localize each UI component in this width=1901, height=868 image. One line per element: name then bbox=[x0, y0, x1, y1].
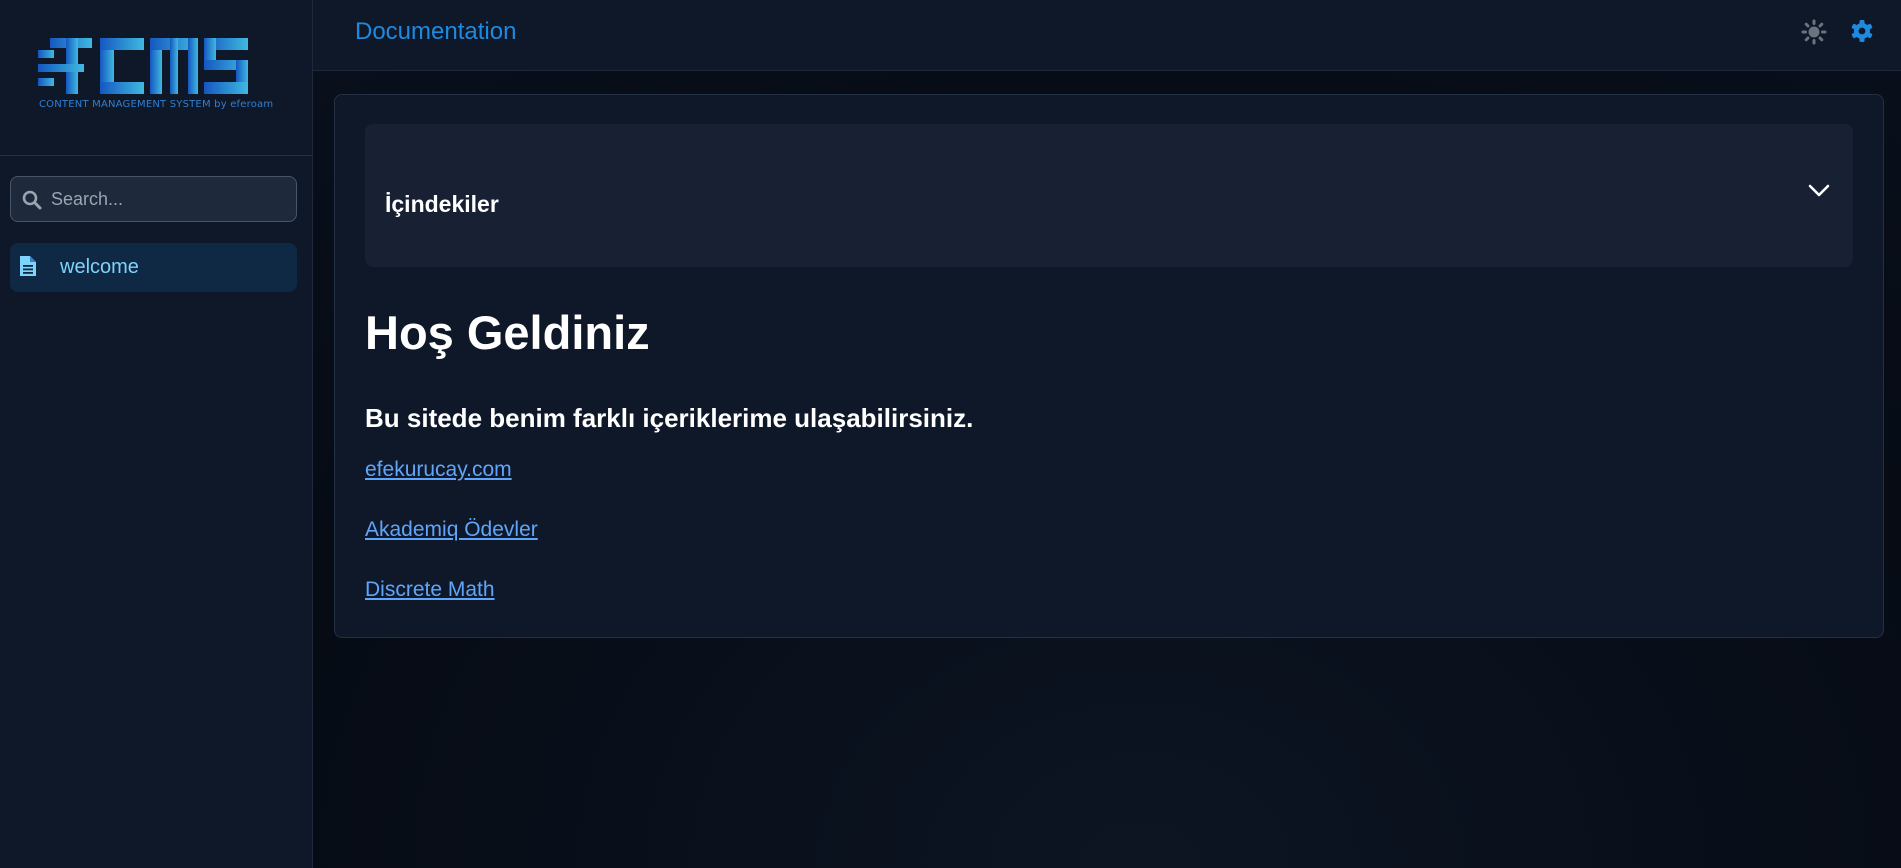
logo-tagline: CONTENT MANAGEMENT SYSTEM by eferoam bbox=[39, 99, 274, 110]
sidebar: CONTENT MANAGEMENT SYSTEM by eferoam wel… bbox=[0, 0, 313, 868]
table-of-contents[interactable]: İçindekiler bbox=[365, 124, 1853, 267]
link-akademiq-odevler[interactable]: Akademiq Ödevler bbox=[365, 518, 538, 542]
page-heading: Hoş Geldiniz bbox=[365, 306, 650, 359]
search-icon bbox=[22, 190, 42, 210]
fcms-logo-icon bbox=[38, 38, 248, 94]
link-discrete-math[interactable]: Discrete Math bbox=[365, 578, 495, 602]
document-icon bbox=[20, 256, 36, 276]
sidebar-item-label: welcome bbox=[60, 256, 139, 278]
toc-label: İçindekiler bbox=[385, 191, 499, 217]
search-input[interactable] bbox=[51, 177, 286, 221]
gear-icon[interactable] bbox=[1850, 19, 1874, 43]
sidebar-item-welcome[interactable]: welcome bbox=[10, 243, 297, 292]
top-header: Documentation bbox=[313, 0, 1901, 71]
search-box[interactable] bbox=[10, 176, 297, 222]
page-subheading: Bu sitede benim farklı içeriklerime ulaş… bbox=[365, 403, 974, 433]
page-title: Documentation bbox=[355, 18, 517, 45]
chevron-down-icon[interactable] bbox=[1808, 184, 1830, 198]
content-card: İçindekiler Hoş Geldiniz Bu sitede benim… bbox=[334, 94, 1884, 638]
logo[interactable]: CONTENT MANAGEMENT SYSTEM by eferoam bbox=[0, 0, 312, 156]
link-efekurucay[interactable]: efekurucay.com bbox=[365, 458, 512, 482]
theme-toggle-icon[interactable] bbox=[1801, 19, 1827, 45]
